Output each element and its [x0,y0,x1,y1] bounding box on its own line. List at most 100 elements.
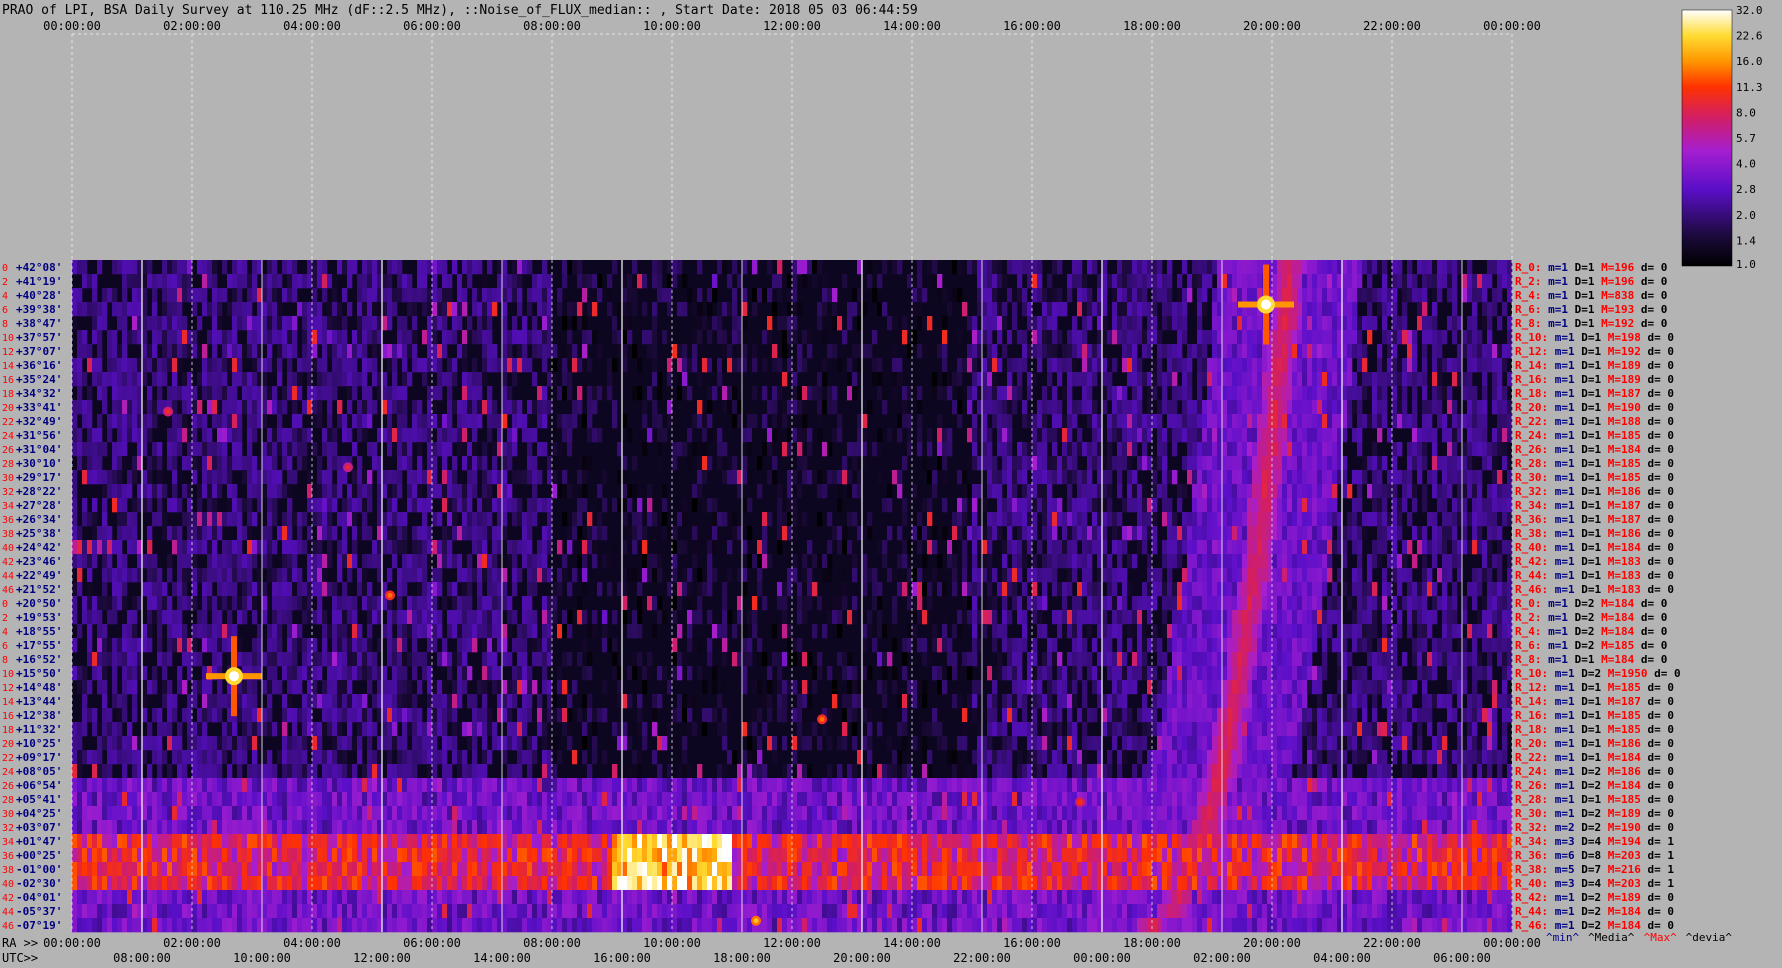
heat-cell [1042,442,1048,457]
heat-cell [212,568,218,583]
heat-cell [1497,568,1503,583]
heat-cell [1292,526,1298,541]
heat-cell [1142,498,1148,513]
heat-cell [462,596,468,611]
heat-cell [147,568,153,583]
heat-cell [672,260,678,275]
heat-cell [72,358,78,373]
heat-cell [432,442,438,457]
heat-cell [1352,568,1358,583]
heat-cell [1287,596,1293,611]
heat-cell [312,554,318,569]
heat-cell [1012,330,1018,345]
heat-cell [1202,456,1208,471]
heat-cell [152,358,158,373]
heat-cell [1032,484,1038,499]
heat-cell [1417,302,1423,317]
heat-cell [1287,274,1293,289]
heat-cell [197,344,203,359]
heat-cell [1127,554,1133,569]
heat-cell [1377,526,1383,541]
heat-cell [752,260,758,275]
heat-cell [157,372,163,387]
heat-cell [1032,344,1038,359]
heat-cell [1357,512,1363,527]
heat-cell [1042,526,1048,541]
heat-cell [117,260,123,275]
heat-cell [232,316,238,331]
heat-cell [1072,540,1078,555]
heat-cell [1362,526,1368,541]
heat-cell [1092,302,1098,317]
heat-cell [487,428,493,443]
heat-cell [127,400,133,415]
heat-cell [177,260,183,275]
heat-cell [987,358,993,373]
heat-cell [202,610,208,625]
heat-cell [367,442,373,457]
heat-cell [1042,386,1048,401]
heat-cell [1012,568,1018,583]
heat-cell [522,596,528,611]
heat-cell [637,512,643,527]
heat-cell [487,484,493,499]
heat-cell [182,568,188,583]
heat-cell [122,596,128,611]
heat-cell [272,540,278,555]
heat-cell [602,610,608,625]
heat-cell [1252,330,1258,345]
heat-cell [1357,288,1363,303]
heat-cell [1177,428,1183,443]
heat-cell [782,330,788,345]
heat-cell [1487,442,1493,457]
heat-cell [1412,330,1418,345]
heat-cell [1262,568,1268,583]
heat-cell [1182,456,1188,471]
heat-cell [72,288,78,303]
heat-cell [1202,414,1208,429]
heat-cell [987,470,993,485]
heat-cell [327,484,333,499]
heat-cell [102,498,108,513]
heat-cell [172,526,178,541]
heat-cell [1017,554,1023,569]
heat-cell [932,526,938,541]
heat-cell [1447,456,1453,471]
heat-cell [297,428,303,443]
heat-cell [372,442,378,457]
heat-cell [1327,414,1333,429]
heat-cell [1412,554,1418,569]
heat-cell [312,540,318,555]
heat-cell [622,610,628,625]
heat-cell [147,484,153,499]
heat-cell [272,358,278,373]
heat-cell [817,554,823,569]
heat-cell [292,316,298,331]
heat-cell [742,568,748,583]
heat-cell [722,582,728,597]
heat-cell [122,442,128,457]
heat-cell [477,456,483,471]
heat-cell [612,316,618,331]
heat-cell [807,568,813,583]
heat-cell [1197,400,1203,415]
heat-cell [1452,358,1458,373]
heat-cell [1467,428,1473,443]
heat-cell [1307,470,1313,485]
heat-cell [1127,526,1133,541]
heat-cell [102,540,108,555]
heat-cell [92,526,98,541]
heat-cell [112,442,118,457]
heat-cell [337,358,343,373]
heat-cell [242,386,248,401]
heat-cell [837,484,843,499]
heat-cell [1377,470,1383,485]
heat-cell [1052,288,1058,303]
heat-cell [1022,358,1028,373]
heat-cell [332,456,338,471]
heat-cell [1402,498,1408,513]
heat-cell [432,344,438,359]
heat-cell [117,470,123,485]
heat-cell [217,386,223,401]
heat-cell [1332,428,1338,443]
